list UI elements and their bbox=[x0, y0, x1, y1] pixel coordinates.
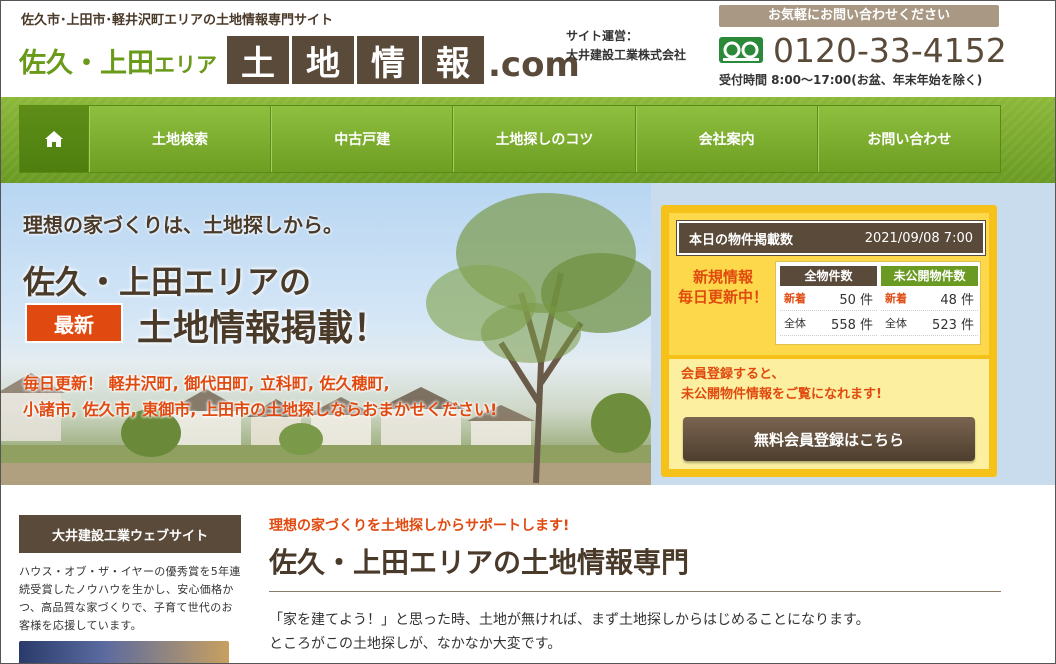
listing-count-box: 本日の物件掲載数 2021/09/08 7:00 新規情報 毎日更新中！ 全物件… bbox=[661, 205, 997, 477]
hero-areas: 毎日更新！ 軽井沢町, 御代田町, 立科町, 佐久穂町, 小諸市, 佐久市, 東… bbox=[23, 371, 497, 423]
main-body-line-2: ところがこの土地探しが、なかなか大変です。 bbox=[269, 636, 562, 652]
nav-land-tips[interactable]: 土地探しのコツ bbox=[453, 106, 636, 172]
unpub-new-row: 新着 48 件 bbox=[881, 286, 978, 311]
hero-lead: 理想の家づくりは、土地探しから。 bbox=[23, 213, 343, 237]
sidebar-description: ハウス・オブ・ザ・イヤーの優秀賞を5年連続受賞したノウハウを生かし、安心価格かつ… bbox=[19, 565, 241, 632]
site-header: 佐久市･上田市･軽井沢町エリアの土地情報専門サイト 佐久・上田エリア 土 地 情… bbox=[1, 1, 1055, 97]
nav-menu: 土地検索 中古戸建 土地探しのコツ 会社案内 お問い合わせ bbox=[19, 105, 1001, 173]
contact-banner: お気軽にお問い合わせください bbox=[719, 5, 999, 27]
member-register-message: 会員登録すると、 未公開物件情報をご覧になれます! bbox=[681, 367, 882, 402]
operator-name: 大井建設工業株式会社 bbox=[566, 48, 687, 62]
nav-land-search[interactable]: 土地検索 bbox=[88, 106, 272, 172]
sidebar: 大井建設工業ウェブサイト ハウス・オブ・ザ・イヤーの優秀賞を5年連続受賞したノウ… bbox=[19, 515, 241, 663]
unpub-total-count: 523 件 bbox=[932, 317, 974, 333]
all-new-count: 50 件 bbox=[839, 292, 873, 308]
main-body-line-1: 「家を建てよう！」と思った時、土地が無ければ、まず土地探しからはじめることになり… bbox=[269, 612, 870, 628]
all-total-count: 558 件 bbox=[831, 317, 873, 333]
nav-home[interactable] bbox=[20, 106, 89, 172]
site-logo[interactable]: 佐久・上田エリア 土 地 情 報 .com bbox=[19, 35, 580, 85]
main-title: 佐久・上田エリアの土地情報専門 bbox=[269, 541, 1001, 592]
home-icon bbox=[44, 131, 63, 147]
hero-headline-2: 土地情報掲載！ bbox=[137, 308, 390, 349]
main-subtitle: 理想の家づくりを土地探しからサポートします! bbox=[269, 518, 570, 534]
page: 佐久市･上田市･軽井沢町エリアの土地情報専門サイト 佐久・上田エリア 土 地 情… bbox=[0, 0, 1056, 664]
main-navbar: 土地検索 中古戸建 土地探しのコツ 会社案内 お問い合わせ bbox=[1, 97, 1055, 183]
nav-company[interactable]: 会社案内 bbox=[635, 106, 818, 172]
phone-block[interactable]: 0120-33-4152 bbox=[719, 31, 1007, 70]
nav-used-houses[interactable]: 中古戸建 bbox=[271, 106, 454, 172]
all-listings-header: 全物件数 bbox=[780, 266, 877, 286]
site-operator: サイト運営： 大井建設工業株式会社 bbox=[566, 27, 686, 65]
logo-block: 土 bbox=[227, 36, 289, 84]
sidebar-banner-image[interactable] bbox=[19, 641, 229, 663]
hero-areas-line-1: 毎日更新！ 軽井沢町, 御代田町, 立科町, 佐久穂町, bbox=[23, 374, 390, 393]
sidebar-title[interactable]: 大井建設工業ウェブサイト bbox=[19, 515, 241, 553]
listing-count-date: 2021/09/08 7:00 bbox=[864, 230, 973, 246]
all-listings-column: 全物件数 新着 50 件 全体 558 件 bbox=[780, 266, 877, 336]
unpublished-listings-column: 未公開物件数 新着 48 件 全体 523 件 bbox=[881, 266, 978, 336]
logo-block: 報 bbox=[422, 36, 484, 84]
site-tagline: 佐久市･上田市･軽井沢町エリアの土地情報専門サイト bbox=[21, 13, 334, 28]
hero-headline-1: 佐久・上田エリアの bbox=[23, 263, 312, 301]
main-body: 「家を建てよう！」と思った時、土地が無ければ、まず土地探しからはじめることになり… bbox=[269, 608, 1001, 656]
hero-areas-line-2: 小諸市, 佐久市, 東御市, 上田市の土地探しならおまかせください! bbox=[23, 400, 498, 419]
logo-block: 地 bbox=[292, 36, 354, 84]
all-total-row: 全体 558 件 bbox=[780, 311, 877, 336]
free-dial-icon bbox=[719, 36, 763, 63]
logo-block: 情 bbox=[357, 36, 419, 84]
free-register-button[interactable]: 無料会員登録はこちら bbox=[683, 417, 975, 461]
main-content: 理想の家づくりを土地探しからサポートします! 佐久・上田エリアの土地情報専門 「… bbox=[269, 515, 1001, 656]
unpub-new-count: 48 件 bbox=[940, 292, 974, 308]
listing-stats: 全物件数 新着 50 件 全体 558 件 未公開物件数 新着 48 件 全体 … bbox=[775, 261, 981, 345]
business-hours: 受付時間 8:00～17:00(お盆、年末年始を除く) bbox=[719, 73, 983, 87]
logo-blocks: 土 地 情 報 bbox=[227, 36, 484, 84]
listing-count-header: 本日の物件掲載数 2021/09/08 7:00 bbox=[676, 220, 986, 256]
daily-update-notice: 新規情報 毎日更新中！ bbox=[677, 268, 768, 306]
phone-number[interactable]: 0120-33-4152 bbox=[773, 31, 1007, 70]
unpub-total-row: 全体 523 件 bbox=[881, 311, 978, 336]
listing-count-label: 本日の物件掲載数 bbox=[689, 232, 794, 248]
nav-contact[interactable]: お問い合わせ bbox=[817, 106, 1000, 172]
operator-label: サイト運営： bbox=[566, 29, 639, 43]
unpublished-listings-header: 未公開物件数 bbox=[881, 266, 978, 286]
listing-count-panel: 本日の物件掲載数 2021/09/08 7:00 新規情報 毎日更新中！ 全物件… bbox=[669, 213, 989, 355]
hero-banner: 理想の家づくりは、土地探しから。 佐久・上田エリアの 最新 土地情報掲載！ 毎日… bbox=[1, 183, 1055, 485]
logo-area-text: 佐久・上田エリア bbox=[19, 47, 217, 79]
latest-badge: 最新 bbox=[25, 303, 123, 343]
all-new-row: 新着 50 件 bbox=[780, 286, 877, 311]
member-register-panel: 会員登録すると、 未公開物件情報をご覧になれます! 無料会員登録はこちら bbox=[669, 359, 989, 469]
